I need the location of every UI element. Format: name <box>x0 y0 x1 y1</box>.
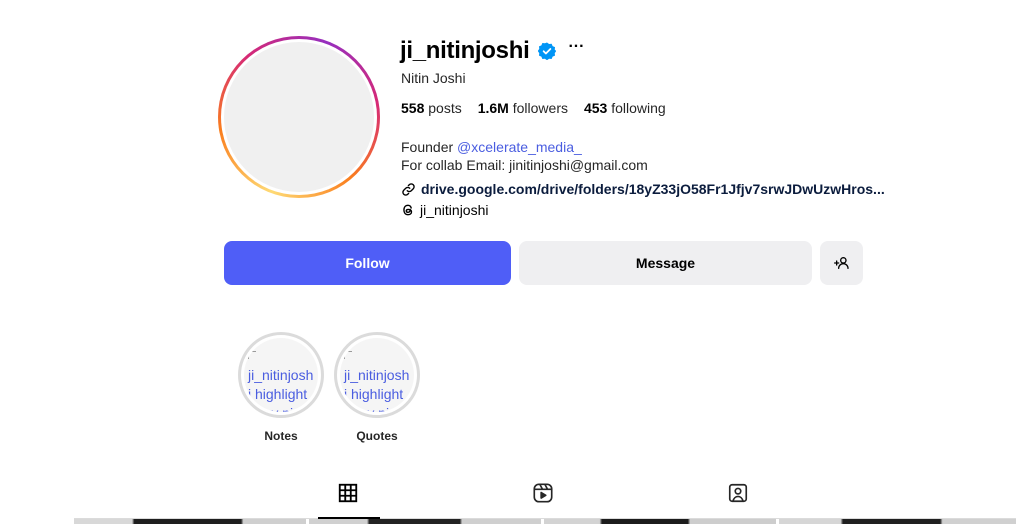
following-label: following <box>611 100 666 116</box>
tagged-icon <box>728 483 748 503</box>
threads-link[interactable]: ji_nitinjoshi <box>401 202 488 218</box>
tab-tagged[interactable] <box>706 482 770 518</box>
threads-icon <box>403 204 413 216</box>
highlight-notes[interactable]: ji_nitinjoshi highlight story picture No… <box>238 332 324 443</box>
post-thumbnail[interactable] <box>544 519 776 524</box>
profile-avatar-ring[interactable] <box>218 36 380 198</box>
post-thumbnail[interactable] <box>74 519 306 524</box>
highlight-image: ji_nitinjoshi highlight story picture <box>340 338 414 412</box>
avatar-gap <box>221 39 377 195</box>
highlight-alt-text: ji_nitinjoshi highlight story picture <box>344 367 410 412</box>
username: ji_nitinjoshi <box>400 37 530 64</box>
highlight-image: ji_nitinjoshi highlight story picture <box>244 338 318 412</box>
more-options-button[interactable]: ··· <box>568 39 584 63</box>
followers-count-value: 1.6M <box>477 100 509 116</box>
bio: Founder @xcelerate_media_ For collab Ema… <box>401 138 648 174</box>
highlight-label: Notes <box>264 429 298 443</box>
followers-count[interactable]: 1.6M followers <box>478 100 568 116</box>
post-thumbnail[interactable] <box>779 519 1016 524</box>
bio-line-2: For collab Email: jinitinjoshi@gmail.com <box>401 157 648 173</box>
verified-badge-icon <box>538 42 557 60</box>
broken-image-icon <box>248 351 256 359</box>
following-count[interactable]: 453 following <box>584 100 666 116</box>
external-link[interactable]: drive.google.com/drive/folders/18yZ33jO5… <box>401 181 885 197</box>
reels-icon <box>533 483 553 503</box>
highlight-label: Quotes <box>356 429 398 443</box>
post-thumbnail[interactable] <box>309 519 541 524</box>
posts-label: posts <box>428 100 462 116</box>
suggested-users-button[interactable] <box>820 241 863 285</box>
link-icon <box>402 182 415 196</box>
tab-reels[interactable] <box>511 482 575 518</box>
broken-image-icon <box>344 351 352 359</box>
threads-handle: ji_nitinjoshi <box>420 202 489 218</box>
following-count-value: 453 <box>583 100 608 116</box>
highlight-quotes[interactable]: ji_nitinjoshi highlight story picture Qu… <box>334 332 420 443</box>
full-name: Nitin Joshi <box>401 70 466 86</box>
highlight-circle: ji_nitinjoshi highlight story picture <box>334 332 420 418</box>
posts-count-value: 558 <box>401 100 425 116</box>
message-button[interactable]: Message <box>519 241 812 285</box>
grid-icon <box>338 483 358 503</box>
bio-line-1: Founder @xcelerate_media_ <box>401 138 648 156</box>
posts-count[interactable]: 558 posts <box>401 100 462 116</box>
add-user-icon <box>833 257 849 269</box>
external-link-text: drive.google.com/drive/folders/18yZ33jO5… <box>421 181 885 197</box>
bio-mention-link[interactable]: @xcelerate_media_ <box>457 139 582 155</box>
tab-posts[interactable] <box>316 482 380 518</box>
follow-button[interactable]: Follow <box>224 241 511 285</box>
profile-stats: 558 posts 1.6M followers 453 following <box>401 100 682 116</box>
avatar[interactable] <box>224 42 374 192</box>
bio-founder-text: Founder <box>401 139 458 155</box>
highlight-circle: ji_nitinjoshi highlight story picture <box>238 332 324 418</box>
username-row: ji_nitinjoshi ··· <box>400 36 584 66</box>
followers-label: followers <box>512 100 568 116</box>
highlight-alt-text: ji_nitinjoshi highlight story picture <box>248 367 314 412</box>
